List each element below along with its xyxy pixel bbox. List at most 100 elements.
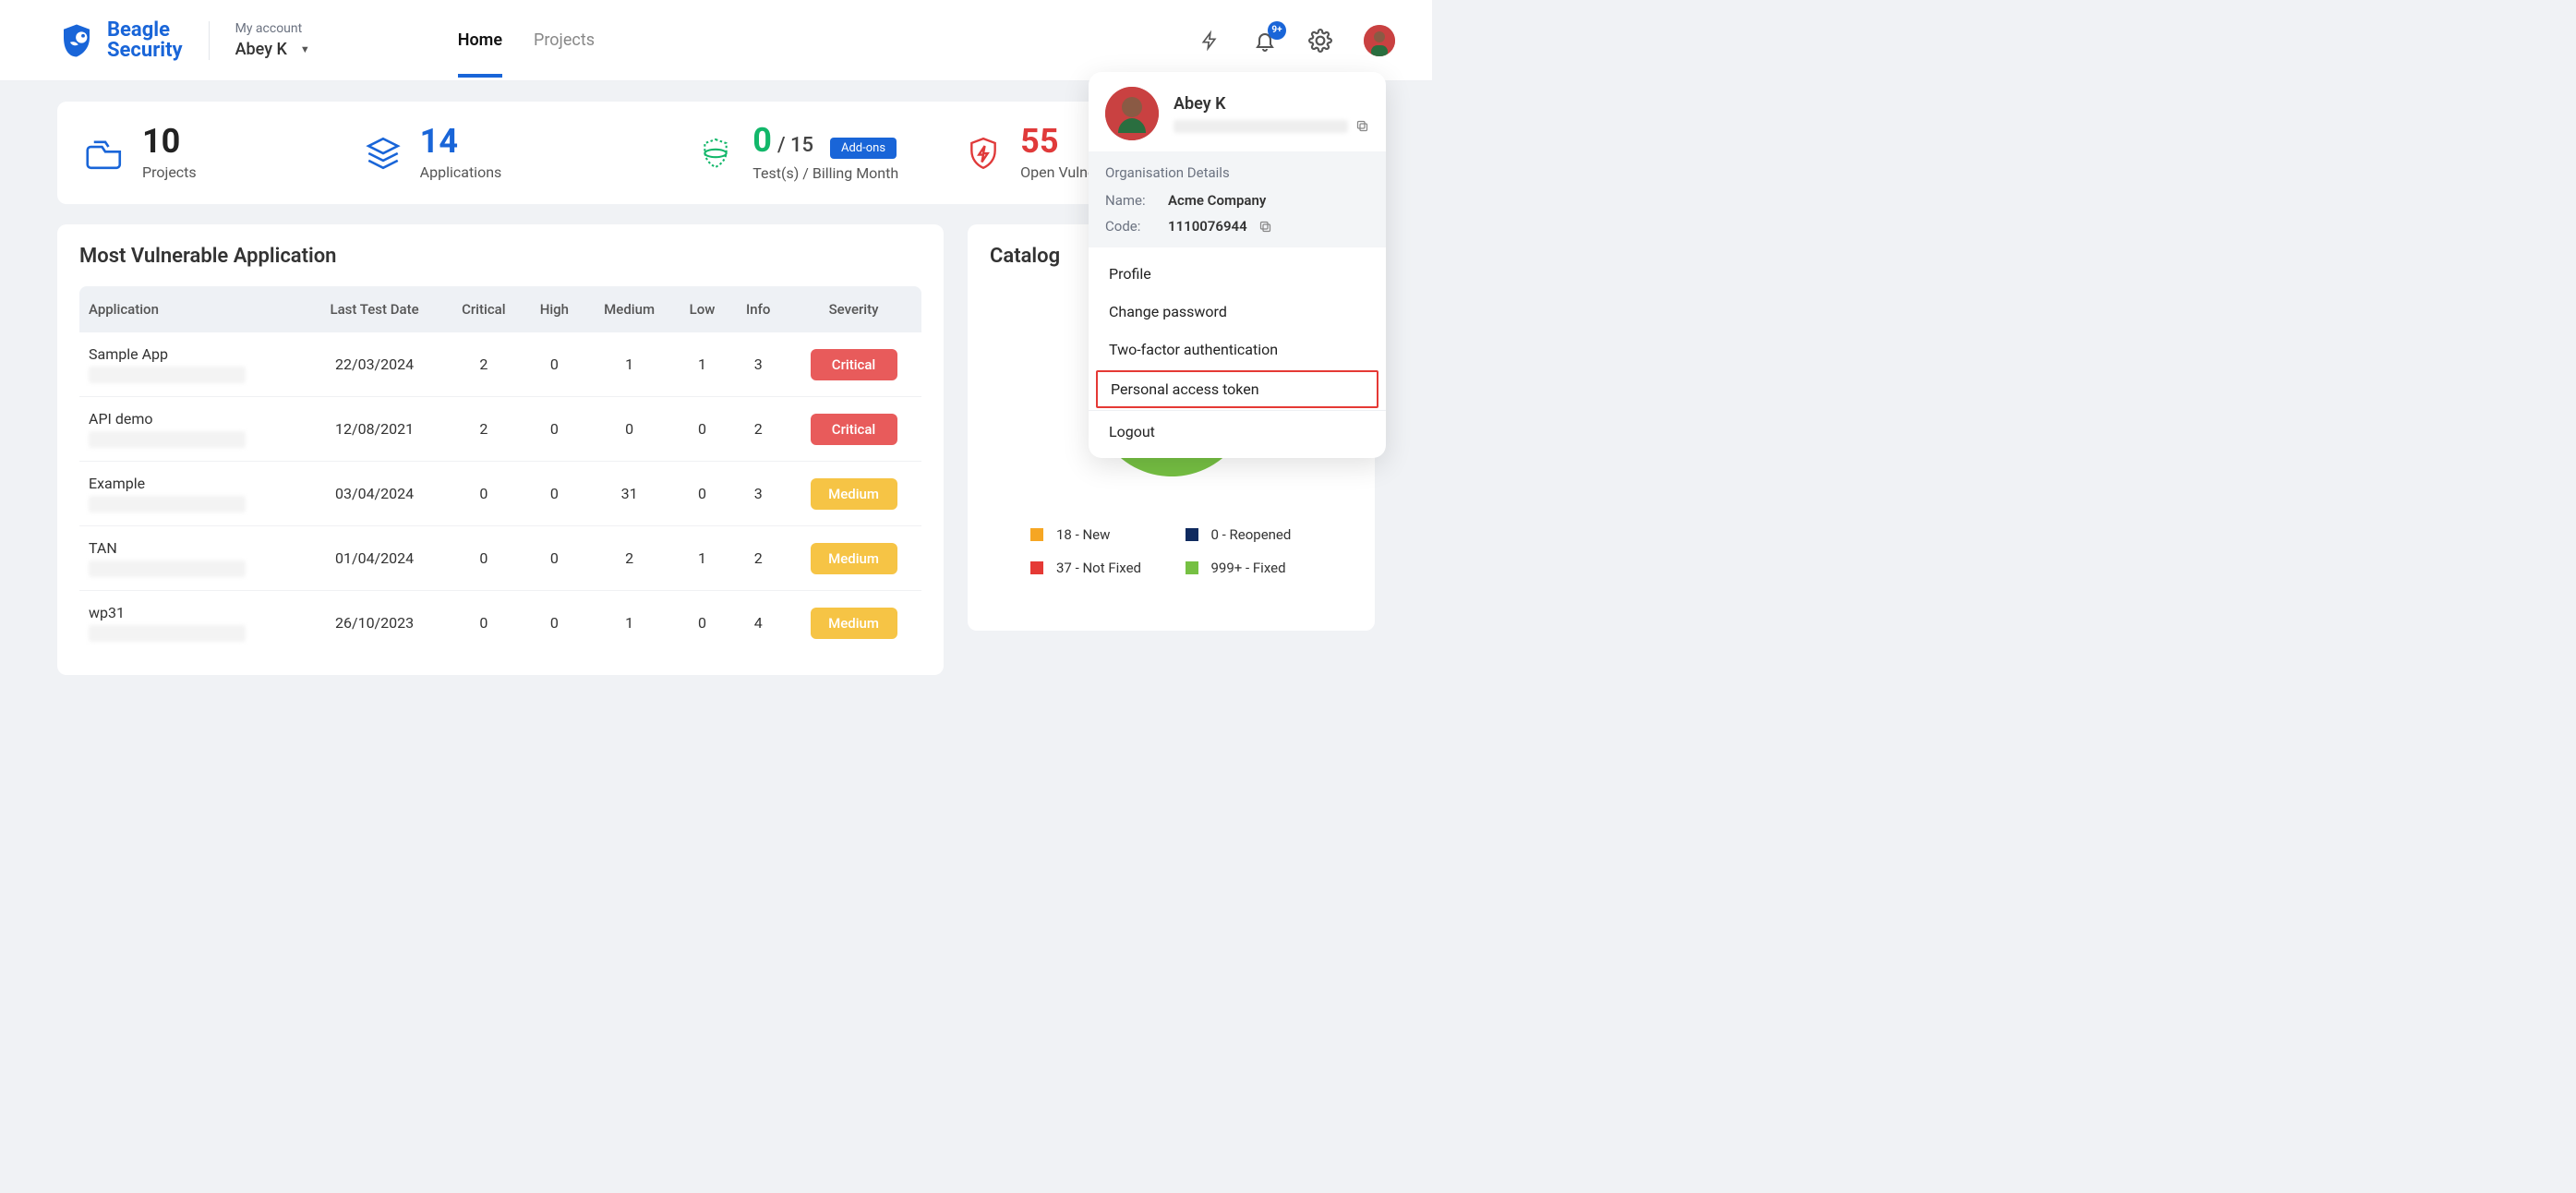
tab-home[interactable]: Home — [458, 3, 502, 78]
cell-low: 0 — [674, 591, 731, 656]
menu-profile[interactable]: Profile — [1089, 255, 1386, 293]
layers-icon — [363, 133, 403, 174]
stat-tests[interactable]: 0 / 15 Add-ons Test(s) / Billing Month — [695, 124, 898, 182]
profile-avatar — [1105, 87, 1159, 140]
legend-text: 0 - Reopened — [1211, 526, 1292, 543]
col-date: Last Test Date — [306, 286, 444, 332]
gear-icon[interactable] — [1308, 29, 1332, 53]
cell-high: 0 — [524, 462, 584, 526]
cell-high: 0 — [524, 526, 584, 591]
table-row[interactable]: wp3126/10/202300104Medium — [79, 591, 921, 656]
cell-high: 0 — [524, 397, 584, 462]
top-header: Beagle Security My account Abey K ▼ Home… — [0, 0, 1432, 81]
table-row[interactable]: Example03/04/2024003103Medium — [79, 462, 921, 526]
cell-medium: 2 — [584, 526, 673, 591]
stat-projects-value: 10 — [142, 125, 197, 158]
legend-swatch — [1030, 528, 1043, 541]
col-info: Info — [730, 286, 786, 332]
app-subtitle-redacted — [89, 560, 246, 577]
org-name-label: Name: — [1105, 192, 1157, 209]
account-switcher[interactable]: My account Abey K ▼ — [235, 21, 310, 59]
table-row[interactable]: API demo12/08/202120002Critical — [79, 397, 921, 462]
legend-item: 999+ - Fixed — [1186, 560, 1313, 576]
cell-low: 0 — [674, 462, 731, 526]
profile-username: Abey K — [1174, 94, 1369, 114]
stat-applications-value: 14 — [420, 125, 502, 158]
severity-chip: Medium — [811, 543, 897, 574]
copy-email-icon[interactable] — [1355, 119, 1369, 133]
legend-text: 999+ - Fixed — [1211, 560, 1286, 576]
legend-item: 18 - New — [1030, 526, 1158, 543]
cell-high: 0 — [524, 591, 584, 656]
app-subtitle-redacted — [89, 625, 246, 642]
col-high: High — [524, 286, 584, 332]
cell-critical: 0 — [443, 462, 524, 526]
cell-low: 1 — [674, 526, 731, 591]
app-name: TAN — [89, 539, 296, 557]
header-actions: 9+ — [1198, 25, 1395, 56]
tab-projects[interactable]: Projects — [534, 3, 595, 78]
user-avatar[interactable] — [1364, 25, 1395, 56]
legend-text: 37 - Not Fixed — [1056, 560, 1141, 576]
most-vulnerable-panel: Most Vulnerable Application Application … — [57, 224, 944, 675]
org-name-value: Acme Company — [1168, 192, 1266, 209]
vulnerable-apps-table: Application Last Test Date Critical High… — [79, 286, 921, 655]
col-low: Low — [674, 286, 731, 332]
org-code-label: Code: — [1105, 218, 1157, 235]
severity-chip: Medium — [811, 478, 897, 510]
table-row[interactable]: TAN01/04/202400212Medium — [79, 526, 921, 591]
app-name: Sample App — [89, 345, 296, 363]
legend-swatch — [1186, 561, 1198, 574]
cell-info: 3 — [730, 332, 786, 397]
copy-code-icon[interactable] — [1258, 220, 1272, 234]
panel-title: Most Vulnerable Application — [79, 245, 921, 268]
stat-tests-label: Test(s) / Billing Month — [752, 164, 898, 182]
chevron-down-icon: ▼ — [300, 43, 310, 55]
stat-projects[interactable]: 10 Projects — [85, 125, 197, 181]
cell-date: 03/04/2024 — [306, 462, 444, 526]
profile-dropdown: Abey K Organisation Details Name: Acme C… — [1089, 72, 1386, 458]
menu-logout[interactable]: Logout — [1089, 413, 1386, 451]
lightning-icon[interactable] — [1198, 29, 1222, 53]
app-subtitle-redacted — [89, 367, 246, 383]
menu-two-factor[interactable]: Two-factor authentication — [1089, 331, 1386, 368]
catalog-legend: 18 - New 0 - Reopened 37 - Not Fixed 999+ -… — [990, 526, 1353, 576]
cell-critical: 2 — [443, 332, 524, 397]
bell-icon[interactable]: 9+ — [1253, 29, 1277, 53]
cell-info: 4 — [730, 591, 786, 656]
divider — [209, 21, 210, 60]
cell-low: 0 — [674, 397, 731, 462]
col-severity: Severity — [786, 286, 921, 332]
org-details: Organisation Details Name: Acme Company … — [1089, 151, 1386, 247]
main-nav: Home Projects — [458, 3, 595, 78]
severity-chip: Medium — [811, 608, 897, 639]
table-row[interactable]: Sample App22/03/202420113Critical — [79, 332, 921, 397]
legend-item: 37 - Not Fixed — [1030, 560, 1158, 576]
cell-high: 0 — [524, 332, 584, 397]
col-critical: Critical — [443, 286, 524, 332]
cell-date: 01/04/2024 — [306, 526, 444, 591]
app-name: API demo — [89, 410, 296, 428]
org-code-value: 1110076944 — [1168, 218, 1247, 235]
severity-chip: Critical — [811, 349, 897, 380]
stat-tests-total: / 15 — [777, 134, 813, 157]
cell-date: 26/10/2023 — [306, 591, 444, 656]
notification-badge: 9+ — [1268, 21, 1286, 40]
menu-personal-access-token[interactable]: Personal access token — [1096, 370, 1378, 408]
menu-change-password[interactable]: Change password — [1089, 293, 1386, 331]
stat-tests-value: 0 — [752, 124, 772, 157]
stat-applications[interactable]: 14 Applications — [363, 125, 502, 181]
brand-text: Beagle Security — [107, 20, 183, 61]
brand-logo[interactable]: Beagle Security — [57, 20, 183, 61]
addons-button[interactable]: Add-ons — [830, 138, 897, 159]
shield-bolt-icon — [963, 133, 1004, 174]
stat-applications-label: Applications — [420, 163, 502, 181]
app-name: wp31 — [89, 604, 296, 621]
col-medium: Medium — [584, 286, 673, 332]
col-application: Application — [79, 286, 306, 332]
app-name: Example — [89, 475, 296, 492]
shield-dog-icon — [57, 21, 96, 60]
cell-date: 22/03/2024 — [306, 332, 444, 397]
cell-date: 12/08/2021 — [306, 397, 444, 462]
cell-medium: 31 — [584, 462, 673, 526]
